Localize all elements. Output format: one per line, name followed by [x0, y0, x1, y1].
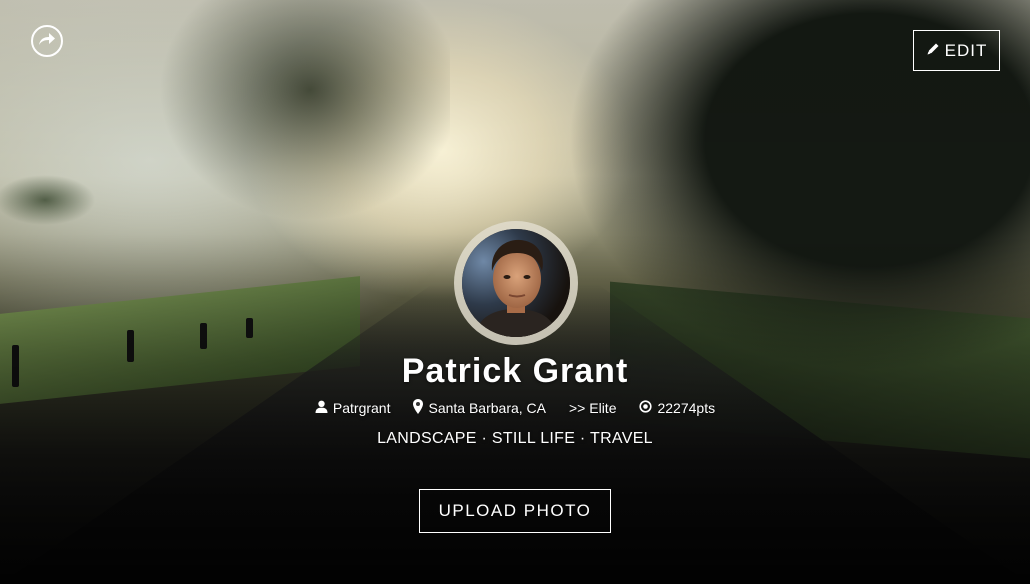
edit-button[interactable]: EDIT: [913, 30, 1000, 71]
user-icon: [315, 400, 328, 416]
profile-meta: Patrgrant Santa Barbara, CA >> Elite 222…: [0, 399, 1030, 417]
location: Santa Barbara, CA: [413, 399, 546, 417]
location-text: Santa Barbara, CA: [428, 400, 546, 416]
edit-label: EDIT: [944, 40, 988, 60]
pencil-icon: [926, 41, 940, 61]
points-text: 22274pts: [657, 400, 716, 416]
profile-hero: EDIT Patrick Grant Patrgrant Santa Barba…: [0, 0, 1030, 584]
avatar-photo: [462, 229, 570, 337]
level-badge: >> Elite: [569, 399, 616, 417]
level-text: >> Elite: [569, 400, 617, 416]
profile-name: Patrick Grant: [401, 352, 629, 390]
share-button[interactable]: [31, 25, 63, 57]
avatar: [454, 221, 578, 345]
username-text: Patrgrant: [332, 400, 391, 416]
share-arrow-icon: [38, 32, 56, 51]
target-icon: [639, 400, 653, 416]
upload-photo-button[interactable]: UPLOAD PHOTO: [419, 489, 611, 533]
map-pin-icon: [413, 399, 424, 417]
profile-tags: LANDSCAPE · STILL LIFE · TRAVEL: [377, 430, 653, 447]
points: 22274pts: [639, 399, 715, 417]
username[interactable]: Patrgrant: [315, 399, 391, 417]
